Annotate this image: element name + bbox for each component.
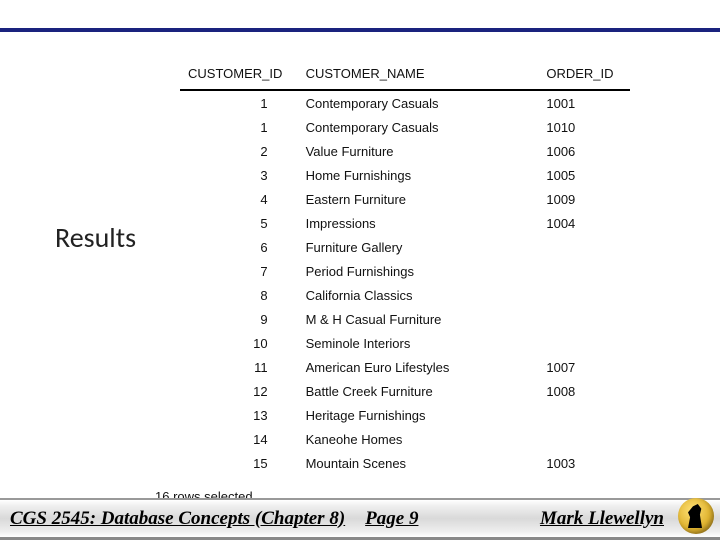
table-row: 10Seminole Interiors	[180, 331, 630, 355]
cell-order-id	[538, 283, 630, 307]
cell-customer-name: Home Furnishings	[298, 163, 539, 187]
ucf-logo	[678, 498, 714, 534]
col-header-customer-name: CUSTOMER_NAME	[298, 60, 539, 90]
table-row: 15Mountain Scenes1003	[180, 451, 630, 475]
cell-customer-id: 6	[180, 235, 298, 259]
top-rule	[0, 28, 720, 32]
cell-customer-id: 12	[180, 379, 298, 403]
results-table-wrap: CUSTOMER_ID CUSTOMER_NAME ORDER_ID 1Cont…	[180, 60, 630, 504]
cell-customer-id: 8	[180, 283, 298, 307]
cell-order-id: 1005	[538, 163, 630, 187]
table-row: 7Period Furnishings	[180, 259, 630, 283]
cell-order-id: 1001	[538, 90, 630, 115]
col-header-order-id: ORDER_ID	[538, 60, 630, 90]
cell-order-id: 1009	[538, 187, 630, 211]
results-table: CUSTOMER_ID CUSTOMER_NAME ORDER_ID 1Cont…	[180, 60, 630, 475]
cell-customer-name: California Classics	[298, 283, 539, 307]
cell-order-id	[538, 259, 630, 283]
cell-order-id	[538, 331, 630, 355]
table-row: 9M & H Casual Furniture	[180, 307, 630, 331]
cell-order-id: 1003	[538, 451, 630, 475]
footer-page-number: Page 9	[345, 508, 438, 530]
cell-customer-name: Seminole Interiors	[298, 331, 539, 355]
table-header-row: CUSTOMER_ID CUSTOMER_NAME ORDER_ID	[180, 60, 630, 90]
table-row: 5Impressions1004	[180, 211, 630, 235]
table-row: 11American Euro Lifestyles1007	[180, 355, 630, 379]
cell-customer-id: 7	[180, 259, 298, 283]
cell-customer-id: 5	[180, 211, 298, 235]
cell-customer-name: Furniture Gallery	[298, 235, 539, 259]
cell-customer-id: 4	[180, 187, 298, 211]
table-row: 8California Classics	[180, 283, 630, 307]
cell-customer-name: Mountain Scenes	[298, 451, 539, 475]
cell-order-id	[538, 307, 630, 331]
cell-customer-name: Kaneohe Homes	[298, 427, 539, 451]
cell-customer-id: 13	[180, 403, 298, 427]
cell-customer-name: Contemporary Casuals	[298, 90, 539, 115]
table-row: 6Furniture Gallery	[180, 235, 630, 259]
cell-customer-name: Heritage Furnishings	[298, 403, 539, 427]
logo-circle-icon	[678, 498, 714, 534]
cell-customer-name: Contemporary Casuals	[298, 115, 539, 139]
table-row: 2Value Furniture1006	[180, 139, 630, 163]
cell-customer-name: Eastern Furniture	[298, 187, 539, 211]
cell-customer-name: Value Furniture	[298, 139, 539, 163]
cell-customer-id: 2	[180, 139, 298, 163]
cell-customer-name: M & H Casual Furniture	[298, 307, 539, 331]
cell-customer-name: Battle Creek Furniture	[298, 379, 539, 403]
footer-course-chapter: CGS 2545: Database Concepts (Chapter 8)	[0, 508, 345, 530]
cell-customer-id: 9	[180, 307, 298, 331]
table-row: 13Heritage Furnishings	[180, 403, 630, 427]
cell-order-id: 1010	[538, 115, 630, 139]
cell-customer-id: 1	[180, 115, 298, 139]
table-row: 1Contemporary Casuals1001	[180, 90, 630, 115]
cell-customer-id: 3	[180, 163, 298, 187]
cell-order-id: 1004	[538, 211, 630, 235]
cell-customer-id: 15	[180, 451, 298, 475]
cell-order-id	[538, 427, 630, 451]
cell-order-id: 1007	[538, 355, 630, 379]
slide-content: Results CUSTOMER_ID CUSTOMER_NAME ORDER_…	[0, 60, 720, 496]
cell-order-id: 1008	[538, 379, 630, 403]
table-row: 12Battle Creek Furniture1008	[180, 379, 630, 403]
cell-customer-name: Impressions	[298, 211, 539, 235]
cell-customer-name: Period Furnishings	[298, 259, 539, 283]
table-row: 4Eastern Furniture1009	[180, 187, 630, 211]
col-header-customer-id: CUSTOMER_ID	[180, 60, 298, 90]
slide-footer: CGS 2545: Database Concepts (Chapter 8) …	[0, 498, 720, 540]
table-row: 14Kaneohe Homes	[180, 427, 630, 451]
cell-customer-id: 10	[180, 331, 298, 355]
table-row: 1Contemporary Casuals1010	[180, 115, 630, 139]
cell-order-id	[538, 235, 630, 259]
cell-order-id	[538, 403, 630, 427]
cell-customer-id: 11	[180, 355, 298, 379]
results-heading: Results	[55, 220, 136, 255]
pegasus-icon	[688, 504, 702, 528]
table-body: 1Contemporary Casuals10011Contemporary C…	[180, 90, 630, 475]
cell-customer-name: American Euro Lifestyles	[298, 355, 539, 379]
cell-order-id: 1006	[538, 139, 630, 163]
cell-customer-id: 14	[180, 427, 298, 451]
cell-customer-id: 1	[180, 90, 298, 115]
table-row: 3Home Furnishings1005	[180, 163, 630, 187]
